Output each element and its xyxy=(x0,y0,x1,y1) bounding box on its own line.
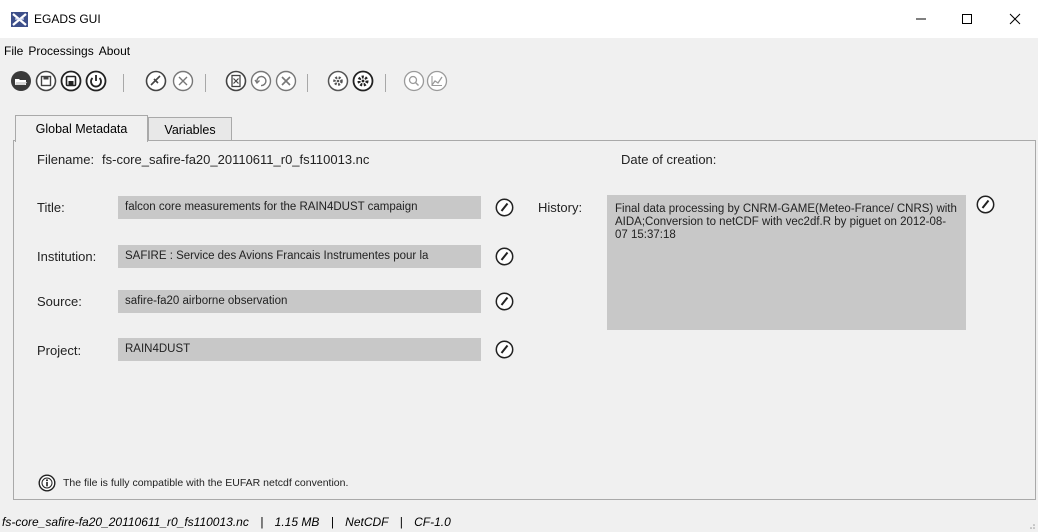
edit-source-icon[interactable] xyxy=(495,292,514,311)
title-bar: EGADS GUI xyxy=(0,0,1038,38)
menu-bar: File Processings About xyxy=(0,38,1038,64)
toolbar xyxy=(0,64,1038,100)
search-icon[interactable] xyxy=(403,70,425,92)
project-field[interactable]: RAIN4DUST xyxy=(118,338,481,361)
menu-processings[interactable]: Processings xyxy=(26,44,95,58)
tab-label: Global Metadata xyxy=(35,122,128,136)
title-label: Title: xyxy=(37,200,65,215)
window-title: EGADS GUI xyxy=(34,12,101,26)
filename-label: Filename: xyxy=(37,152,95,167)
source-label: Source: xyxy=(37,294,82,309)
toolbar-separator xyxy=(385,74,386,92)
source-field[interactable]: safire-fa20 airborne observation xyxy=(118,290,481,313)
tab-label: Variables xyxy=(164,123,216,137)
status-bar: fs-core_safire-fa20_20110611_r0_fs110013… xyxy=(0,510,1038,532)
power-icon[interactable] xyxy=(85,70,107,92)
edit-history-icon[interactable] xyxy=(976,195,995,214)
resize-grip-icon[interactable] xyxy=(1026,520,1036,530)
status-separator: | xyxy=(330,515,334,529)
menu-about[interactable]: About xyxy=(97,44,132,58)
close-button[interactable] xyxy=(992,0,1038,38)
title-field[interactable]: falcon core measurements for the RAIN4DU… xyxy=(118,196,481,219)
status-convention: CF-1.0 xyxy=(414,515,451,529)
delete-icon[interactable] xyxy=(275,70,297,92)
global-metadata-panel: Filename: fs-core_safire-fa20_20110611_r… xyxy=(13,140,1036,500)
plot-icon[interactable] xyxy=(145,70,167,92)
maximize-icon xyxy=(962,14,972,24)
edit-institution-icon[interactable] xyxy=(495,247,514,266)
history-field[interactable]: Final data processing by CNRM-GAME(Meteo… xyxy=(607,195,966,330)
save-as-icon[interactable] xyxy=(60,70,82,92)
settings-icon[interactable] xyxy=(327,70,349,92)
project-label: Project: xyxy=(37,343,82,358)
maximize-button[interactable] xyxy=(944,0,990,38)
minimize-icon xyxy=(916,18,926,20)
compatibility-message: The file is fully compatible with the EU… xyxy=(63,477,349,489)
advanced-settings-icon[interactable] xyxy=(352,70,374,92)
menu-file[interactable]: File xyxy=(2,44,25,58)
status-format: NetCDF xyxy=(345,515,389,529)
status-file-size: 1.15 MB xyxy=(274,515,320,529)
save-icon[interactable] xyxy=(35,70,57,92)
filename-value: fs-core_safire-fa20_20110611_r0_fs110013… xyxy=(102,152,370,167)
chart-icon[interactable] xyxy=(426,70,448,92)
minimize-button[interactable] xyxy=(898,0,944,38)
history-label: History: xyxy=(538,200,583,215)
date-of-creation-label: Date of creation: xyxy=(621,152,717,167)
institution-field[interactable]: SAFIRE : Service des Avions Francais Ins… xyxy=(118,245,481,268)
toolbar-separator xyxy=(205,74,206,92)
close-icon xyxy=(1009,13,1021,25)
institution-label: Institution: xyxy=(37,249,97,264)
open-file-icon[interactable] xyxy=(10,70,32,92)
egads-app-icon xyxy=(11,12,28,27)
tab-global-metadata[interactable]: Global Metadata xyxy=(15,115,148,142)
undo-icon[interactable] xyxy=(250,70,272,92)
status-separator: | xyxy=(399,515,403,529)
status-filename: fs-core_safire-fa20_20110611_r0_fs110013… xyxy=(2,515,249,529)
tab-variables[interactable]: Variables xyxy=(148,117,232,142)
algorithm-doc-icon[interactable] xyxy=(225,70,247,92)
status-separator: | xyxy=(260,515,264,529)
clear-plot-icon[interactable] xyxy=(172,70,194,92)
toolbar-separator xyxy=(307,74,308,92)
edit-title-icon[interactable] xyxy=(495,198,514,217)
toolbar-separator xyxy=(123,74,124,92)
info-icon xyxy=(38,474,56,492)
edit-project-icon[interactable] xyxy=(495,340,514,359)
